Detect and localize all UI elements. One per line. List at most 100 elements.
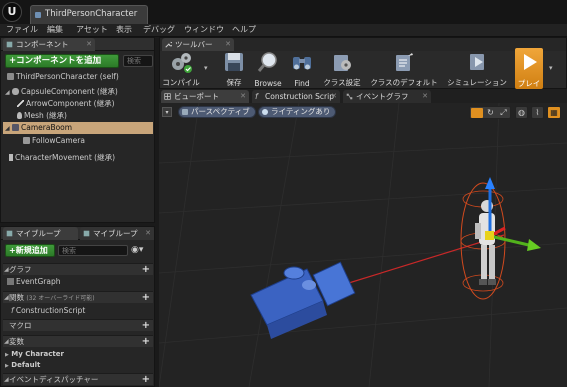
rotate-tool-icon[interactable]: ↻ <box>485 108 496 118</box>
tab-my-blueprint-2[interactable]: マイブループ ✕ <box>80 227 154 240</box>
collapse-arrow-icon[interactable]: ◢ <box>4 264 9 275</box>
editor-tab-bar: ビューポート ✕ f Construction Scrip ✕ イベントグラフ … <box>159 89 567 103</box>
components-search-input[interactable]: 検索 <box>123 55 153 67</box>
tab-construction-script[interactable]: f Construction Scrip ✕ <box>252 90 340 103</box>
viewport-scene <box>159 103 567 387</box>
add-graph-icon[interactable]: + <box>142 264 150 275</box>
scale-tool-icon[interactable]: ⤢ <box>498 108 509 118</box>
menu-help[interactable]: ヘルプ <box>232 24 256 36</box>
viewport[interactable]: ▾ パースペクティブ ライティングあり ↻ ⤢ ◍ ⌇ ▦ <box>159 103 567 387</box>
add-new-button[interactable]: +新規追加 <box>5 244 55 257</box>
section-event-dispatchers[interactable]: ◢ イベントディスパッチャー + <box>3 373 153 385</box>
save-icon <box>225 53 243 71</box>
add-component-button[interactable]: +コンポーネントを追加 <box>5 54 119 68</box>
section-functions[interactable]: ◢ 関数 (32 オーバーライド可能) + <box>3 291 153 303</box>
find-button[interactable]: Find <box>289 48 315 88</box>
tree-item-charmove[interactable]: CharacterMovement (継承) <box>9 152 115 163</box>
expand-arrow-icon[interactable]: ◢ <box>5 89 10 96</box>
menu-asset[interactable]: アセット <box>76 24 108 36</box>
components-tab-header: コンポーネント ✕ <box>1 38 154 51</box>
tree-item-arrow[interactable]: ArrowComponent (継承) <box>17 98 115 109</box>
spring-arm-icon <box>12 124 20 131</box>
my-blueprint-panel: マイブループ マイブループ ✕ +新規追加 検索 ◉▾ ◢ グラフ + Even… <box>0 226 155 387</box>
play-button[interactable]: プレイ <box>515 48 543 89</box>
add-variable-icon[interactable]: + <box>142 336 150 347</box>
close-icon[interactable]: ✕ <box>240 90 246 103</box>
expand-arrow-icon[interactable]: ▶ <box>5 363 9 369</box>
function-icon: f <box>255 92 258 101</box>
tab-my-blueprint-1-label: マイブループ <box>16 229 61 238</box>
section-event-dispatchers-label: イベントディスパッチャー <box>9 375 99 384</box>
tab-my-blueprint-1[interactable]: マイブループ <box>3 227 78 240</box>
graph-item-eventgraph[interactable]: EventGraph <box>7 276 61 287</box>
perspective-button[interactable]: パースペクティブ <box>178 106 256 118</box>
unreal-logo-icon[interactable]: U <box>2 2 22 22</box>
function-item-construction-label: ConstructionScript <box>15 306 86 315</box>
close-icon[interactable]: ✕ <box>145 227 151 240</box>
add-macro-icon[interactable]: + <box>142 320 150 331</box>
variable-category-my-character-label: My Character <box>11 350 64 358</box>
tree-item-followcamera[interactable]: FollowCamera <box>23 135 85 146</box>
close-icon[interactable]: ✕ <box>86 38 92 51</box>
function-item-construction[interactable]: f ConstructionScript <box>11 305 85 316</box>
tree-item-charmove-label: CharacterMovement (継承) <box>15 153 115 162</box>
add-event-dispatcher-icon[interactable]: + <box>142 374 150 385</box>
variable-category-default-label: Default <box>11 361 41 369</box>
collapse-arrow-icon[interactable]: ◢ <box>4 292 9 303</box>
eye-icon[interactable]: ◉▾ <box>131 245 143 255</box>
class-settings-button-label: クラス設定 <box>323 78 361 87</box>
add-function-icon[interactable]: + <box>142 292 150 303</box>
tree-item-cameraboom-label: CameraBoom <box>21 123 73 132</box>
grid-snap-icon[interactable]: ▦ <box>547 106 561 119</box>
play-dropdown-arrow-icon[interactable]: ▾ <box>549 64 553 72</box>
menu-view[interactable]: 表示 <box>116 24 132 36</box>
menu-window[interactable]: ウィンドウ <box>184 24 224 36</box>
save-button-label: 保存 <box>226 78 242 87</box>
menu-edit[interactable]: 編集 <box>47 24 63 36</box>
menu-bar: ファイル 編集 アセット 表示 デバッグ ウィンドウ ヘルプ <box>0 24 567 37</box>
binoculars-icon <box>293 57 311 70</box>
tree-item-cameraboom[interactable]: ◢ CameraBoom <box>5 122 72 134</box>
collapse-arrow-icon[interactable]: ◢ <box>4 374 9 385</box>
class-defaults-button[interactable]: クラスのデフォルト <box>368 48 440 88</box>
tree-item-self-label: ThirdPersonCharacter (self) <box>16 72 119 81</box>
section-functions-label: 関数 <box>9 293 24 302</box>
tab-viewport[interactable]: ビューポート ✕ <box>161 90 249 103</box>
lighting-button[interactable]: ライティングあり <box>258 106 337 118</box>
viewport-options-arrow-icon[interactable]: ▾ <box>162 107 172 117</box>
tree-item-cameraboom-selected[interactable]: ◢ CameraBoom <box>3 122 153 134</box>
tree-item-mesh[interactable]: Mesh (継承) <box>17 110 67 121</box>
compile-gears-icon <box>172 53 192 73</box>
variable-category-default[interactable]: ▶ Default <box>5 360 40 372</box>
class-settings-button[interactable]: クラス設定 <box>320 48 364 88</box>
menu-debug[interactable]: デバッグ <box>143 24 175 36</box>
close-icon[interactable]: ✕ <box>422 90 428 103</box>
expand-arrow-icon[interactable]: ▶ <box>5 352 9 358</box>
world-local-icon[interactable]: ◍ <box>515 106 528 119</box>
tab-event-graph[interactable]: イベントグラフ ✕ <box>343 90 431 103</box>
collapse-arrow-icon[interactable]: ◢ <box>4 336 9 347</box>
document-tab[interactable]: ThirdPersonCharacter <box>30 5 148 24</box>
compile-button-label: コンパイル <box>162 78 200 87</box>
tree-item-self[interactable]: ThirdPersonCharacter (self) <box>7 71 119 82</box>
section-macros[interactable]: マクロ + <box>3 319 153 331</box>
tab-construction-script-label: Construction Scrip <box>265 92 334 101</box>
translate-tool-icon[interactable] <box>471 108 483 118</box>
compile-dropdown-arrow-icon[interactable]: ▾ <box>204 64 208 72</box>
mybp-search-input[interactable]: 検索 <box>58 245 128 256</box>
simulation-button[interactable]: シミュレーション <box>444 48 510 88</box>
surface-snap-icon[interactable]: ⌇ <box>531 106 544 119</box>
menu-file[interactable]: ファイル <box>6 24 38 36</box>
browse-button[interactable]: Browse <box>251 48 285 88</box>
tab-components[interactable]: コンポーネント ✕ <box>3 38 95 51</box>
section-variables[interactable]: ◢ 変数 + <box>3 335 153 347</box>
close-icon[interactable]: ✕ <box>331 90 337 103</box>
section-graphs[interactable]: ◢ グラフ + <box>3 263 153 275</box>
expand-arrow-icon[interactable]: ◢ <box>5 125 10 132</box>
document-tab-label: ThirdPersonCharacter <box>45 9 138 19</box>
tree-item-capsule[interactable]: ◢ CapsuleComponent (継承) <box>5 86 118 98</box>
pawn-icon <box>7 73 14 80</box>
compile-button[interactable]: コンパイル <box>162 48 200 88</box>
function-icon: f <box>11 306 14 315</box>
save-button[interactable]: 保存 <box>221 48 247 88</box>
